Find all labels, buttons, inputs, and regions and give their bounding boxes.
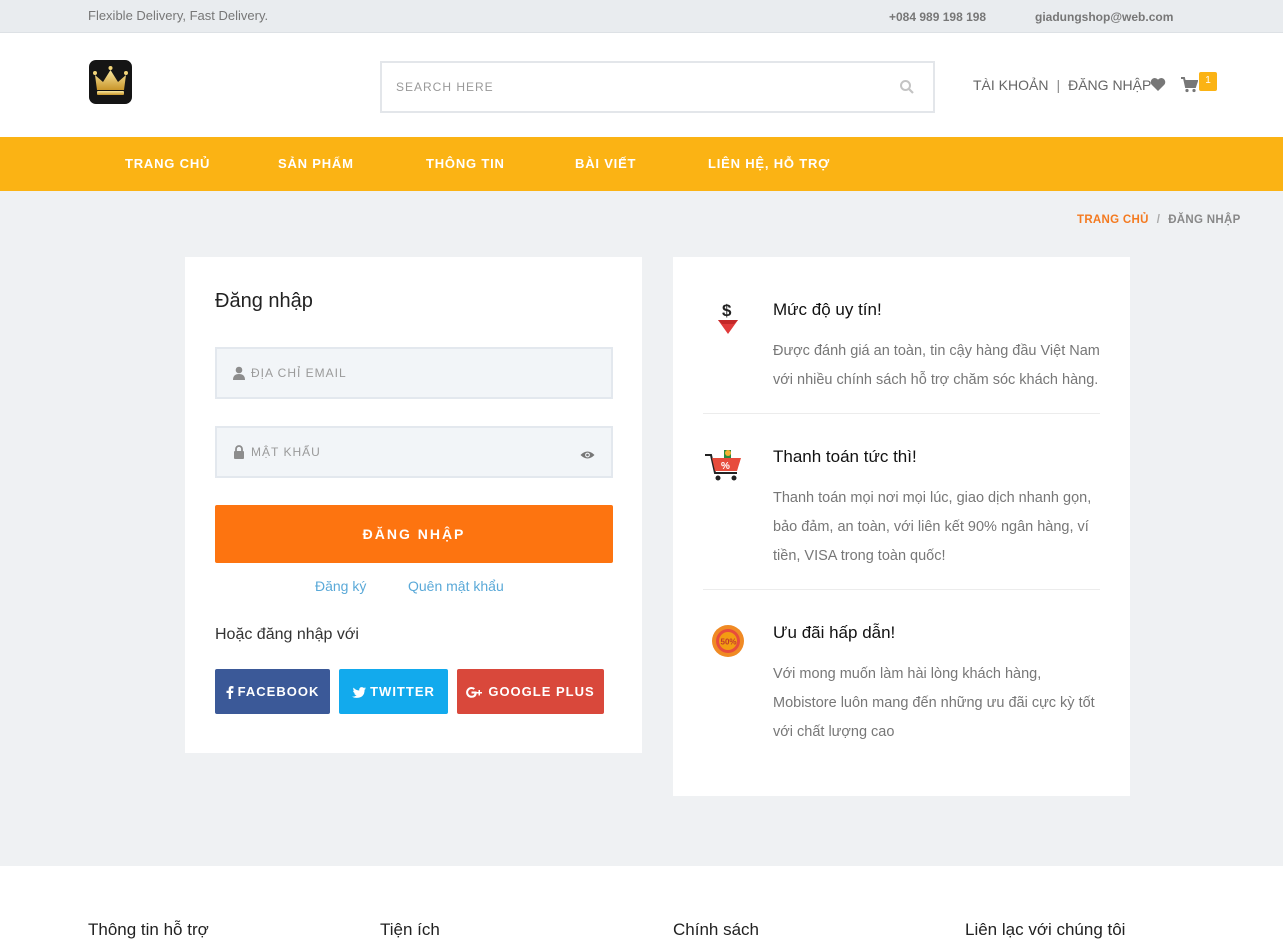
social-login-heading: Hoặc đăng nhập với	[215, 626, 359, 643]
svg-text:%: %	[721, 461, 730, 472]
account-separator: |	[1056, 77, 1061, 93]
feature-divider	[703, 589, 1100, 590]
feature-text: Được đánh giá an toàn, tin cậy hàng đầu …	[773, 343, 1100, 388]
nav-item-products[interactable]: SẢN PHẨM	[278, 156, 354, 171]
feature-title: Mức độ uy tín!	[773, 300, 882, 319]
nav-item-posts[interactable]: BÀI VIẾT	[575, 156, 636, 171]
email-field[interactable]	[251, 363, 571, 383]
breadcrumb-separator: /	[1156, 214, 1161, 226]
eye-icon[interactable]	[580, 447, 595, 459]
feature-divider	[703, 413, 1100, 414]
contact-email[interactable]: giadungshop@web.com	[1035, 10, 1173, 24]
svg-text:50%: 50%	[721, 638, 737, 647]
facebook-login-button[interactable]: FACEBOOK	[215, 669, 330, 714]
user-icon	[233, 366, 245, 380]
password-field[interactable]	[251, 442, 571, 462]
search-box	[380, 61, 935, 113]
account-links: TÀI KHOẢN | ĐĂNG NHẬP	[973, 77, 1151, 93]
google-plus-label: GOOGLE PLUS	[488, 684, 595, 699]
breadcrumb-home[interactable]: TRANG CHỦ	[1077, 214, 1149, 226]
account-link[interactable]: TÀI KHOẢN	[973, 77, 1048, 93]
twitter-label: TWITTER	[370, 684, 435, 699]
login-submit-button[interactable]: ĐĂNG NHẬP	[215, 505, 613, 563]
twitter-icon	[352, 687, 367, 698]
facebook-icon	[226, 686, 234, 700]
search-icon[interactable]	[899, 79, 915, 95]
email-field-wrapper	[215, 347, 613, 399]
main-nav: TRANG CHỦ SẢN PHẨM THÔNG TIN BÀI VIẾT LI…	[0, 137, 1283, 191]
google-plus-icon	[466, 687, 483, 698]
breadcrumb-current: ĐĂNG NHẬP	[1168, 214, 1241, 226]
password-field-wrapper	[215, 426, 613, 478]
facebook-label: FACEBOOK	[237, 684, 320, 699]
feature-title: Ưu đãi hấp dẫn!	[773, 623, 896, 642]
footer-heading-utilities: Tiện ích	[380, 920, 440, 939]
login-title: Đăng nhập	[215, 290, 313, 312]
top-bar: Flexible Delivery, Fast Delivery. +084 9…	[0, 0, 1283, 33]
nav-item-home[interactable]: TRANG CHỦ	[125, 156, 210, 171]
feature-text: Thanh toán mọi nơi mọi lúc, giao dịch nh…	[773, 490, 1092, 564]
svg-text:$: $	[722, 301, 732, 320]
cart-count-badge: 1	[1199, 72, 1217, 91]
forgot-password-link[interactable]: Quên mật khẩu	[408, 578, 504, 594]
footer-heading-policy: Chính sách	[673, 920, 759, 939]
contact-phone[interactable]: +084 989 198 198	[889, 10, 986, 24]
nav-item-contact[interactable]: LIÊN HỆ, HỖ TRỢ	[708, 156, 830, 171]
shopping-cart-percent-icon: %	[703, 447, 753, 493]
feature-title: Thanh toán tức thì!	[773, 447, 917, 466]
breadcrumb: TRANG CHỦ / ĐĂNG NHẬP	[1077, 214, 1241, 226]
site-footer: Thông tin hỗ trợ Tiện ích Chính sách Liê…	[0, 866, 1283, 943]
cart-icon[interactable]	[1181, 77, 1199, 93]
features-card: $ Mức độ uy tín! Được đánh giá an toàn, …	[673, 257, 1130, 796]
twitter-login-button[interactable]: TWITTER	[339, 669, 448, 714]
crown-icon[interactable]	[89, 60, 132, 104]
discount-50-badge-icon: 50%	[703, 623, 753, 669]
tagline: Flexible Delivery, Fast Delivery.	[88, 8, 269, 23]
feature-text: Với mong muốn làm hài lòng khách hàng, M…	[773, 666, 1095, 740]
lock-icon	[233, 445, 245, 459]
heart-icon[interactable]	[1150, 77, 1168, 93]
nav-item-info[interactable]: THÔNG TIN	[426, 156, 505, 171]
search-input[interactable]	[396, 77, 876, 97]
site-header: TÀI KHOẢN | ĐĂNG NHẬP 1	[0, 33, 1283, 137]
register-link[interactable]: Đăng ký	[315, 578, 366, 594]
dollar-diamond-icon: $	[703, 300, 753, 346]
login-link[interactable]: ĐĂNG NHẬP	[1068, 77, 1151, 93]
footer-heading-support: Thông tin hỗ trợ	[88, 920, 209, 939]
footer-heading-contact: Liên lạc với chúng tôi	[965, 920, 1126, 939]
login-card: Đăng nhập ĐĂNG NHẬP Đăng ký Quên mật khẩ…	[185, 257, 642, 753]
google-plus-login-button[interactable]: GOOGLE PLUS	[457, 669, 604, 714]
